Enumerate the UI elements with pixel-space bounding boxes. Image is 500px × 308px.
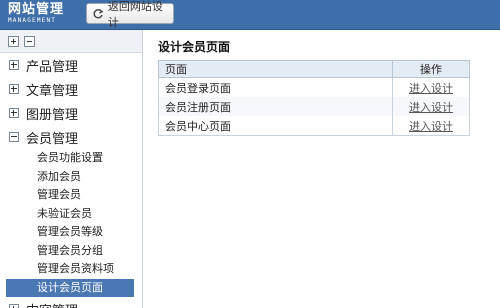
sidebar: 产品管理 文章管理 图册管理 会员管理 会员功能设置 添加会员 管理会员 未验证… — [0, 30, 143, 308]
expand-all-icon[interactable] — [8, 35, 19, 47]
column-header-page: 页面 — [158, 60, 393, 78]
expand-icon — [9, 304, 19, 308]
refresh-icon — [91, 7, 105, 21]
menu-head-label: 产品管理 — [26, 59, 79, 75]
sidebar-item-unverified-members[interactable]: 未验证会员 — [0, 205, 142, 224]
sidebar-item-manage-members[interactable]: 管理会员 — [0, 186, 142, 205]
pages-table: 页面 操作 会员登录页面 进入设计 会员注册页面 进入设计 会员中心页面 进入设… — [158, 60, 470, 136]
main-content: 设计会员页面 页面 操作 会员登录页面 进入设计 会员注册页面 进入设计 会员中… — [158, 38, 470, 136]
sidebar-item-design-member-pages[interactable]: 设计会员页面 — [6, 278, 134, 297]
menu-group-articles: 文章管理 — [0, 77, 142, 101]
collapse-all-icon[interactable] — [24, 35, 35, 47]
page-name-cell: 会员注册页面 — [158, 97, 393, 116]
enter-design-link[interactable]: 进入设计 — [409, 82, 453, 95]
sidebar-item-member-profile-fields[interactable]: 管理会员资料项 — [0, 260, 142, 279]
expand-icon — [9, 108, 19, 118]
expand-icon — [9, 84, 19, 94]
menu-group-albums: 图册管理 — [0, 101, 142, 125]
sidebar-item-add-member[interactable]: 添加会员 — [0, 168, 142, 187]
menu-group-members: 会员管理 会员功能设置 添加会员 管理会员 未验证会员 管理会员等级 管理会员分… — [0, 125, 142, 297]
top-bar: 网站管理 MANAGEMENT 返回网站设计 — [0, 0, 500, 30]
menu-group-products: 产品管理 — [0, 53, 142, 77]
enter-design-link[interactable]: 进入设计 — [409, 120, 453, 133]
menu-head-label: 文章管理 — [26, 83, 79, 99]
page-name-cell: 会员登录页面 — [158, 77, 393, 97]
menu-head-articles[interactable]: 文章管理 — [0, 77, 142, 101]
sidebar-toolbar — [0, 30, 142, 53]
menu-head-members[interactable]: 会员管理 — [0, 125, 142, 149]
menu-head-label: 图册管理 — [26, 107, 79, 123]
menu-head-partial[interactable]: 内容管理 — [0, 297, 142, 308]
brand-title: 网站管理 — [8, 2, 65, 17]
page-title: 设计会员页面 — [158, 40, 231, 54]
menu-group-partial: 内容管理 — [0, 297, 142, 308]
action-cell: 进入设计 — [392, 116, 470, 136]
menu-head-label: 内容管理 — [26, 300, 78, 308]
brand-subtitle: MANAGEMENT — [8, 17, 57, 24]
menu-head-products[interactable]: 产品管理 — [0, 53, 142, 77]
table-row: 会员登录页面 进入设计 — [158, 77, 470, 97]
table-row: 会员注册页面 进入设计 — [158, 97, 470, 116]
page-name-cell: 会员中心页面 — [158, 116, 393, 136]
brand-logo: 网站管理 MANAGEMENT — [8, 2, 64, 25]
collapse-icon — [9, 132, 19, 142]
expand-icon — [9, 60, 19, 70]
back-button-label: 返回网站设计 — [107, 0, 163, 29]
sidebar-item-member-levels[interactable]: 管理会员等级 — [0, 223, 142, 242]
column-header-action: 操作 — [392, 60, 470, 78]
menu-head-albums[interactable]: 图册管理 — [0, 101, 142, 125]
menu-head-label: 会员管理 — [26, 131, 79, 147]
sidebar-item-member-groups[interactable]: 管理会员分组 — [0, 242, 142, 261]
enter-design-link[interactable]: 进入设计 — [409, 101, 453, 114]
back-to-site-design-button[interactable]: 返回网站设计 — [86, 0, 174, 29]
action-cell: 进入设计 — [392, 97, 470, 116]
table-header-row: 页面 操作 — [158, 60, 470, 78]
sidebar-item-member-settings[interactable]: 会员功能设置 — [0, 149, 142, 168]
action-cell: 进入设计 — [392, 77, 470, 97]
table-row: 会员中心页面 进入设计 — [158, 116, 470, 136]
